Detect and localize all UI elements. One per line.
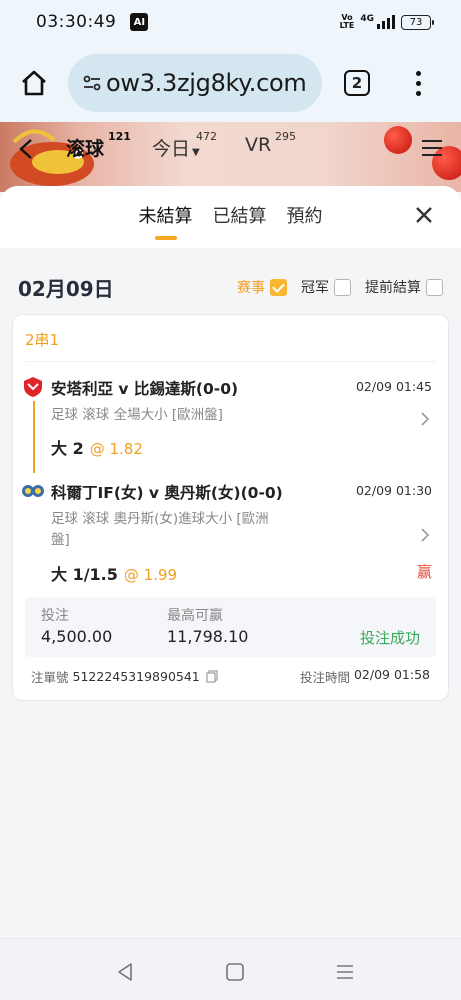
ai-badge-icon: AI [130,13,149,31]
bet-time-value: 02/09 01:58 [353,667,430,682]
site-header: 滚球 121 今日 ▼ 472 VR 295 [0,122,461,192]
match-time: 02/09 01:30 [355,483,432,498]
back-triangle-icon[interactable] [114,961,136,983]
browser-menu-button[interactable] [416,70,421,96]
stake-label: 投注 [41,608,69,624]
pick-selection: 大 1/1.5 [51,565,118,584]
system-nav-bar [0,938,461,1000]
recents-menu-icon[interactable] [334,961,356,983]
browser-toolbar: ow3.3zjg8ky.com 2 [0,44,461,122]
match-title: 科爾丁IF(女) v 奧丹斯(女)(0-0) [51,484,283,502]
champion-checkbox[interactable] [334,278,351,296]
stake-value: 4,500.00 [41,627,113,646]
nav-item-live[interactable]: 滚球 121 [66,130,131,161]
pick-row: 大 1/1.5 @ 1.99 [51,561,177,585]
status-time: 03:30:49 [36,12,117,32]
ticket-label: 注單號 [31,670,69,685]
tab-switcher-button[interactable]: 2 [344,70,370,96]
team-logo-icon [22,485,44,497]
chevron-right-icon[interactable] [420,527,430,543]
event-checkbox[interactable] [270,278,287,296]
tab-unsettled[interactable]: 未結算 [139,202,193,232]
tab-settled[interactable]: 已結算 [213,202,267,232]
dropdown-caret-icon: ▼ [192,147,200,158]
cashout-checkbox[interactable] [426,278,443,296]
battery-icon: 73 [401,14,434,30]
chevron-right-icon[interactable] [420,411,430,427]
back-arrow-icon[interactable] [18,138,34,160]
pick-odds: @ 1.99 [123,566,178,584]
signal-icon [377,15,395,29]
max-win-label: 最高可赢 [167,608,223,624]
bet-summary: 投注 4,500.00 最高可赢 11,798.10 投注成功 [25,597,436,657]
filter-event[interactable]: 赛事 [237,277,287,297]
nav-item-vr[interactable]: VR 295 [245,130,296,156]
close-icon[interactable] [415,206,433,224]
status-bar: 03:30:49 AI Vo LTE 4G 73 [0,0,461,44]
filter-champion[interactable]: 冠军 [301,277,351,297]
home-icon [22,70,46,96]
market-info: 足球 滚球 奧丹斯(女)進球大小 [歐洲 盤] [51,511,269,548]
divider [25,361,436,362]
lantern-decoration-icon [384,126,412,154]
address-bar[interactable]: ow3.3zjg8ky.com [68,54,322,112]
copy-icon[interactable] [206,670,218,683]
match-title: 安塔利亞 v 比錫達斯(0-0) [51,380,239,398]
status-indicators: Vo LTE 4G 73 [339,13,434,30]
nav-item-today[interactable]: 今日 ▼ 472 [152,130,217,161]
volte-icon: Vo LTE [339,13,355,30]
max-win-value: 11,798.10 [167,627,249,646]
bet-time-label: 投注時間 [299,670,350,685]
bet-footer: 注單號 5122245319890541 投注時間 02/09 01:58 [31,667,430,686]
home-button[interactable] [18,67,50,99]
tab-reserved[interactable]: 預約 [287,202,323,232]
timeline-line [33,401,35,473]
bet-status: 投注成功 [359,629,420,647]
pick-selection: 大 2 [51,439,84,458]
ticket-number: 5122245319890541 [72,669,200,684]
filter-cashout[interactable]: 提前結算 [365,277,443,297]
pick-row: 大 2 @ 1.82 [51,435,143,459]
bet-record-panel: 未結算 已結算 預約 02月09日 赛事 冠军 提前結算 2串1 安塔利亞 v … [0,186,461,938]
panel-tabs: 未結算 已結算 預約 [0,186,461,248]
bet-type-label: 2串1 [25,331,60,349]
bet-time-group: 投注時間 02/09 01:58 [300,667,430,686]
team-logo-icon [24,377,42,397]
leg-result-badge: 赢 [416,563,432,581]
market-info: 足球 滚球 全場大小 [歐洲盤] [51,407,223,423]
menu-icon[interactable] [422,140,442,161]
url-text: ow3.3zjg8ky.com [106,69,307,97]
home-square-icon[interactable] [224,961,246,983]
site-settings-icon[interactable] [80,71,104,95]
date-label: 02月09日 [18,276,114,301]
network-type: 4G [360,14,374,24]
filter-options: 赛事 冠军 提前結算 [223,277,443,297]
bet-card[interactable]: 2串1 安塔利亞 v 比錫達斯(0-0) 02/09 01:45 足球 滚球 全… [12,314,449,701]
match-time: 02/09 01:45 [355,379,432,394]
pick-odds: @ 1.82 [89,440,143,458]
